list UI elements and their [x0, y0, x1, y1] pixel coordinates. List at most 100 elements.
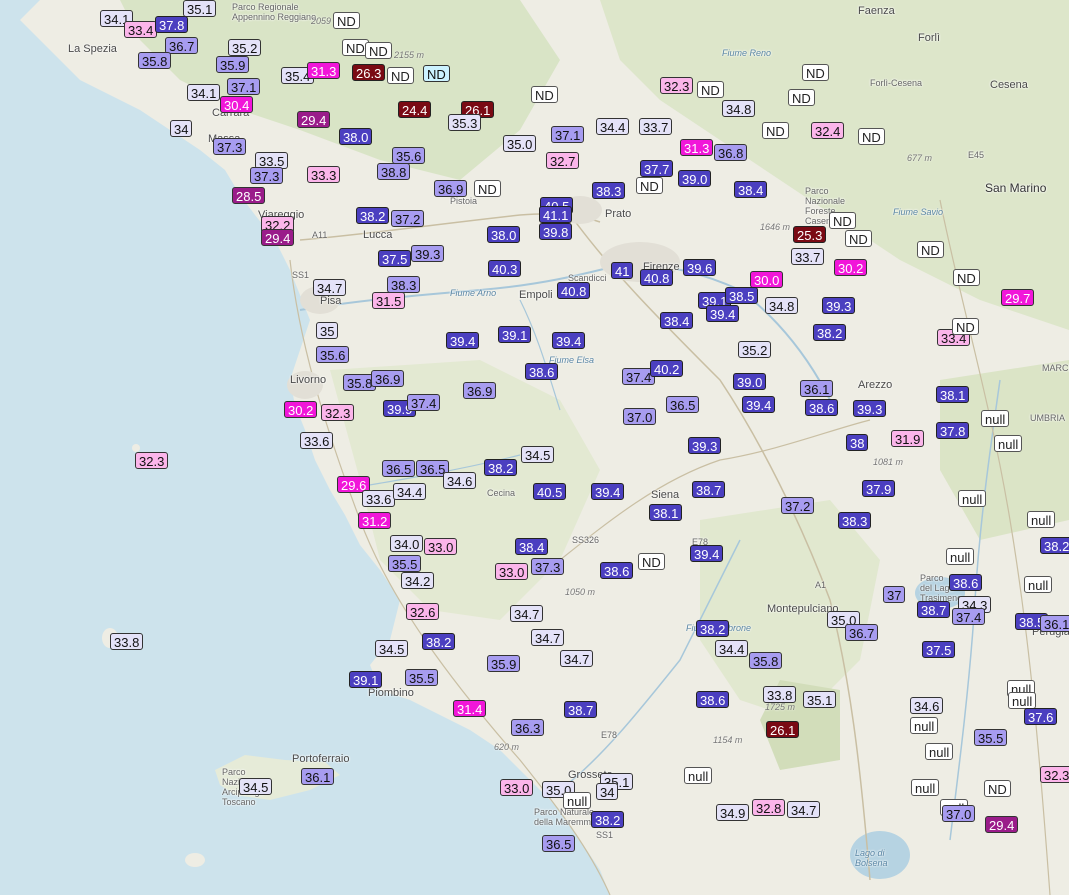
temperature-station-marker[interactable]: ND: [697, 81, 724, 98]
temperature-station-marker[interactable]: 34.2: [401, 572, 435, 589]
temperature-station-marker[interactable]: 36.8: [714, 144, 748, 161]
temperature-station-marker[interactable]: 34.5: [521, 446, 555, 463]
temperature-station-marker[interactable]: 26.3: [352, 64, 386, 81]
temperature-station-marker[interactable]: 36.9: [434, 180, 468, 197]
temperature-station-marker[interactable]: 34.9: [716, 804, 750, 821]
temperature-station-marker[interactable]: 40.5: [533, 483, 567, 500]
temperature-station-marker[interactable]: 37.4: [407, 394, 441, 411]
temperature-station-marker[interactable]: 39.4: [552, 332, 586, 349]
temperature-station-marker[interactable]: 37.8: [155, 16, 189, 33]
temperature-station-marker[interactable]: 28.5: [232, 187, 266, 204]
temperature-station-marker[interactable]: ND: [845, 230, 872, 247]
temperature-station-marker[interactable]: 34.0: [390, 535, 424, 552]
temperature-station-marker[interactable]: ND: [788, 89, 815, 106]
temperature-station-marker[interactable]: 37.7: [640, 160, 674, 177]
temperature-station-marker[interactable]: 38.1: [649, 504, 683, 521]
temperature-station-marker[interactable]: 31.9: [891, 430, 925, 447]
temperature-station-marker[interactable]: 35.5: [388, 555, 422, 572]
temperature-station-marker[interactable]: 38.3: [838, 512, 872, 529]
temperature-station-marker[interactable]: 35.6: [316, 346, 350, 363]
temperature-station-marker[interactable]: 38.7: [692, 481, 726, 498]
temperature-station-marker[interactable]: 37.3: [213, 138, 247, 155]
temperature-station-marker[interactable]: ND: [984, 780, 1011, 797]
temperature-station-marker[interactable]: 36.9: [371, 370, 405, 387]
temperature-station-marker[interactable]: 37.3: [531, 558, 565, 575]
temperature-station-marker[interactable]: 36.1: [800, 380, 834, 397]
temperature-station-marker[interactable]: 31.4: [453, 700, 487, 717]
temperature-station-marker[interactable]: 35.2: [228, 39, 262, 56]
temperature-station-marker[interactable]: null: [946, 548, 975, 565]
temperature-station-marker[interactable]: 39.4: [446, 332, 480, 349]
temperature-station-marker[interactable]: 35: [316, 322, 339, 339]
temperature-station-marker[interactable]: 34.7: [510, 605, 544, 622]
temperature-station-marker[interactable]: 38.2: [591, 811, 625, 828]
temperature-station-marker[interactable]: 37.2: [391, 210, 425, 227]
temperature-station-marker[interactable]: 35.9: [487, 655, 521, 672]
temperature-station-marker[interactable]: 34.1: [187, 84, 221, 101]
temperature-map[interactable]: Parco Regionale Appennino Reggiano La Spe…: [0, 0, 1069, 895]
temperature-station-marker[interactable]: 39.4: [742, 396, 776, 413]
temperature-station-marker[interactable]: null: [994, 435, 1023, 452]
temperature-station-marker[interactable]: 38.8: [377, 163, 411, 180]
temperature-station-marker[interactable]: 40.2: [650, 360, 684, 377]
temperature-station-marker[interactable]: 39.6: [683, 259, 717, 276]
temperature-station-marker[interactable]: 38.4: [515, 538, 549, 555]
temperature-station-marker[interactable]: 33.8: [110, 633, 144, 650]
temperature-station-marker[interactable]: 32.3: [135, 452, 169, 469]
temperature-station-marker[interactable]: 34.4: [596, 118, 630, 135]
temperature-station-marker[interactable]: 39.3: [411, 245, 445, 262]
temperature-station-marker[interactable]: 33.7: [791, 248, 825, 265]
temperature-station-marker[interactable]: ND: [387, 67, 414, 84]
temperature-station-marker[interactable]: ND: [829, 212, 856, 229]
temperature-station-marker[interactable]: null: [1008, 692, 1037, 709]
temperature-station-marker[interactable]: ND: [636, 177, 663, 194]
temperature-station-marker[interactable]: 37.0: [942, 805, 976, 822]
temperature-station-marker[interactable]: null: [563, 792, 592, 809]
temperature-station-marker[interactable]: 38.0: [339, 128, 373, 145]
temperature-station-marker[interactable]: 38.2: [484, 459, 518, 476]
temperature-station-marker[interactable]: 34: [596, 783, 619, 800]
temperature-station-marker[interactable]: 36.1: [1040, 615, 1069, 632]
temperature-station-marker[interactable]: 33.4: [124, 21, 158, 38]
temperature-station-marker[interactable]: 36.9: [463, 382, 497, 399]
temperature-station-marker[interactable]: 39.3: [822, 297, 856, 314]
temperature-station-marker[interactable]: null: [981, 410, 1010, 427]
temperature-station-marker[interactable]: 37.5: [378, 250, 412, 267]
temperature-station-marker[interactable]: 33.3: [307, 166, 341, 183]
temperature-station-marker[interactable]: 36.5: [666, 396, 700, 413]
temperature-station-marker[interactable]: 40.8: [640, 269, 674, 286]
temperature-station-marker[interactable]: 39.8: [539, 223, 573, 240]
temperature-station-marker[interactable]: ND: [365, 42, 392, 59]
temperature-station-marker[interactable]: 30.4: [220, 96, 254, 113]
temperature-station-marker[interactable]: 36.1: [301, 768, 335, 785]
temperature-station-marker[interactable]: ND: [952, 318, 979, 335]
temperature-station-marker[interactable]: 31.5: [372, 292, 406, 309]
temperature-station-marker[interactable]: 38.2: [422, 633, 456, 650]
temperature-station-marker[interactable]: null: [911, 779, 940, 796]
temperature-station-marker[interactable]: 38.3: [592, 182, 626, 199]
temperature-station-marker[interactable]: 31.3: [680, 139, 714, 156]
temperature-station-marker[interactable]: null: [1027, 511, 1056, 528]
temperature-station-marker[interactable]: 38.2: [696, 620, 730, 637]
temperature-station-marker[interactable]: 34.4: [393, 483, 427, 500]
temperature-station-marker[interactable]: 34.6: [443, 472, 477, 489]
temperature-station-marker[interactable]: 32.3: [660, 77, 694, 94]
temperature-station-marker[interactable]: null: [958, 490, 987, 507]
temperature-station-marker[interactable]: 37.0: [623, 408, 657, 425]
temperature-station-marker[interactable]: 38.6: [525, 363, 559, 380]
temperature-station-marker[interactable]: 29.4: [261, 229, 295, 246]
temperature-station-marker[interactable]: 35.9: [216, 56, 250, 73]
temperature-station-marker[interactable]: 34.7: [560, 650, 594, 667]
temperature-station-marker[interactable]: 33.6: [300, 432, 334, 449]
temperature-station-marker[interactable]: 39.4: [690, 545, 724, 562]
temperature-station-marker[interactable]: 33.8: [763, 686, 797, 703]
temperature-station-marker[interactable]: 39.3: [853, 400, 887, 417]
temperature-station-marker[interactable]: 38.1: [936, 386, 970, 403]
temperature-station-marker[interactable]: 26.1: [766, 721, 800, 738]
temperature-station-marker[interactable]: null: [910, 717, 939, 734]
temperature-station-marker[interactable]: 32.6: [406, 603, 440, 620]
temperature-station-marker[interactable]: 39.4: [706, 305, 740, 322]
temperature-station-marker[interactable]: 34.5: [239, 778, 273, 795]
temperature-station-marker[interactable]: 34.7: [313, 279, 347, 296]
temperature-station-marker[interactable]: 39.3: [688, 437, 722, 454]
